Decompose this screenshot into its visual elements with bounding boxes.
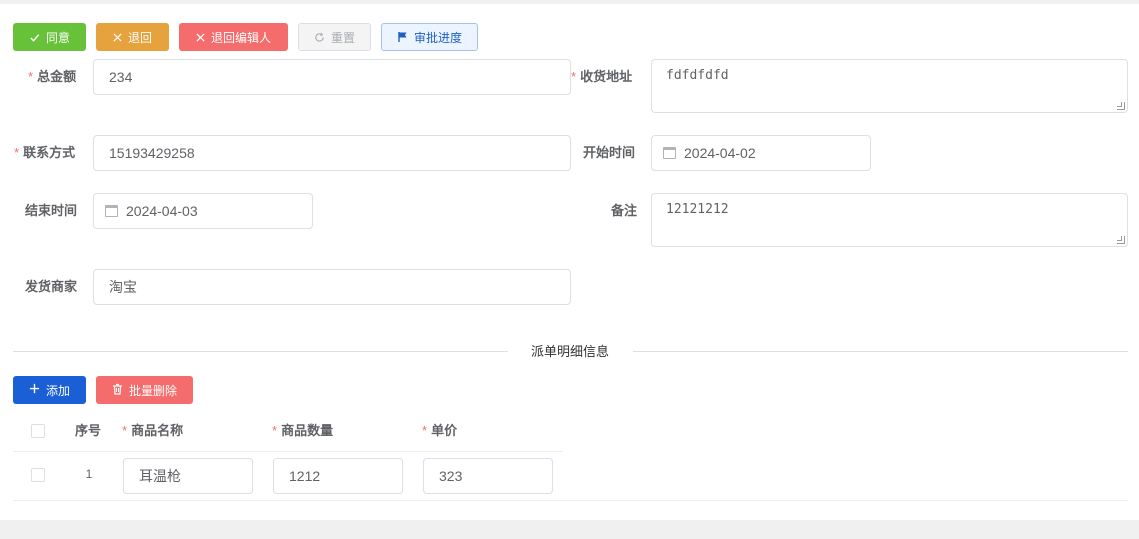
approval-progress-label: 审批进度 <box>413 30 462 45</box>
batch-delete-label: 批量删除 <box>128 383 177 398</box>
seller-input[interactable]: 淘宝 <box>93 269 571 305</box>
seller-label: 发货商家 <box>25 279 78 294</box>
shipping-address-textarea[interactable]: fdfdfdfd <box>651 59 1128 113</box>
remark-textarea[interactable]: 12121212 <box>651 193 1128 247</box>
refresh-icon <box>314 32 325 43</box>
back-to-editor-button[interactable]: 退回编辑人 <box>179 23 288 51</box>
section-title: 派单明细信息 <box>530 344 609 359</box>
contact-label: * 联系方式 <box>14 145 76 160</box>
add-button[interactable]: 添加 <box>13 376 86 404</box>
header-index: 序号 <box>75 423 102 438</box>
total-amount-input[interactable]: 234 <box>93 59 571 95</box>
back-label: 退回 <box>127 30 152 45</box>
reset-label: 重置 <box>330 30 355 45</box>
back-to-editor-label: 退回编辑人 <box>210 30 271 45</box>
close-icon <box>113 32 122 42</box>
start-time-picker[interactable]: 2024-04-02 <box>651 135 871 171</box>
calendar-icon <box>105 205 118 217</box>
end-time-label: 结束时间 <box>25 203 78 218</box>
contact-input[interactable]: 15193429258 <box>93 135 571 171</box>
top-bar <box>0 0 1139 4</box>
calendar-icon <box>663 147 676 159</box>
select-all-checkbox[interactable] <box>31 424 45 438</box>
start-time-label: 开始时间 <box>583 145 636 160</box>
agree-button[interactable]: 同意 <box>13 23 86 51</box>
back-button[interactable]: 退回 <box>96 23 169 51</box>
total-amount-label: * 总金额 <box>28 69 77 84</box>
approval-progress-button[interactable]: 审批进度 <box>381 23 478 51</box>
check-icon <box>29 32 40 43</box>
close-icon <box>196 32 205 42</box>
flag-icon <box>397 31 408 43</box>
add-label: 添加 <box>45 383 70 398</box>
divider-left <box>13 351 508 352</box>
resize-handle[interactable] <box>1117 236 1125 244</box>
row-index: 1 <box>85 467 93 481</box>
row-checkbox[interactable] <box>31 468 45 482</box>
divider-right <box>633 351 1128 352</box>
batch-delete-button[interactable]: 批量删除 <box>96 376 193 404</box>
remark-label: 备注 <box>611 203 638 218</box>
table-bottom-line <box>13 500 1128 501</box>
resize-handle[interactable] <box>1117 102 1125 110</box>
agree-label: 同意 <box>45 30 70 45</box>
bottom-bar <box>0 520 1139 539</box>
plus-icon <box>29 383 40 397</box>
header-price: * 单价 <box>422 423 458 438</box>
end-time-picker[interactable]: 2024-04-03 <box>93 193 313 229</box>
reset-button[interactable]: 重置 <box>298 23 371 51</box>
product-qty-input[interactable]: 1212 <box>273 458 403 494</box>
product-name-input[interactable]: 耳温枪 <box>123 458 253 494</box>
header-name: * 商品名称 <box>122 423 184 438</box>
unit-price-input[interactable]: 323 <box>423 458 553 494</box>
header-divider <box>13 451 563 452</box>
shipping-address-label: * 收货地址 <box>571 69 633 84</box>
header-qty: * 商品数量 <box>272 423 334 438</box>
trash-icon <box>112 383 123 398</box>
